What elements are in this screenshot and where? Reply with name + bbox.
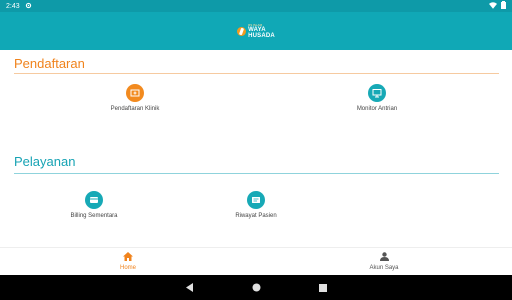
logo-mark-icon [237, 26, 247, 36]
wifi-icon [489, 1, 497, 11]
system-navigation-bar [0, 275, 512, 300]
tile-monitor-antrian[interactable]: Monitor Antrian [332, 84, 422, 112]
app-logo: RS ISLAM WAYA HUSADA [237, 23, 275, 39]
tile-riwayat-pasien[interactable]: Riwayat Pasien [211, 191, 301, 219]
monitor-icon [368, 84, 386, 102]
status-bar: 2:43 [0, 0, 512, 12]
main-content: Pendaftaran Pendaftaran Klinik Monitor A… [0, 50, 512, 247]
home-circle-icon[interactable] [252, 279, 261, 297]
tile-pendaftaran-klinik[interactable]: Pendaftaran Klinik [90, 84, 180, 112]
logo-line2: HUSADA [248, 32, 275, 39]
nav-akun-label: Akun Saya [369, 265, 399, 271]
person-icon [379, 252, 389, 265]
history-icon [247, 191, 265, 209]
section-title-pendaftaran: Pendaftaran [14, 56, 85, 71]
nav-akun-saya[interactable]: Akun Saya [256, 248, 512, 275]
recents-icon[interactable] [318, 279, 327, 297]
register-clinic-icon [126, 84, 144, 102]
section-divider [14, 173, 499, 174]
tile-label: Billing Sementara [70, 213, 118, 219]
bottom-navigation: Home Akun Saya [0, 247, 512, 275]
nav-home[interactable]: Home [0, 248, 256, 275]
back-icon[interactable] [185, 279, 194, 297]
tile-label: Riwayat Pasien [235, 213, 277, 219]
section-divider [14, 73, 499, 74]
home-icon [123, 252, 133, 265]
section-title-pelayanan: Pelayanan [14, 154, 76, 169]
billing-icon [85, 191, 103, 209]
tile-label: Pendaftaran Klinik [110, 106, 160, 112]
tile-billing-sementara[interactable]: Billing Sementara [49, 191, 139, 219]
battery-icon [501, 1, 506, 11]
app-bar: RS ISLAM WAYA HUSADA [0, 12, 512, 50]
status-time: 2:43 [6, 2, 20, 10]
tile-label: Monitor Antrian [356, 106, 398, 112]
nav-home-label: Home [119, 265, 136, 271]
gear-icon [25, 2, 32, 11]
